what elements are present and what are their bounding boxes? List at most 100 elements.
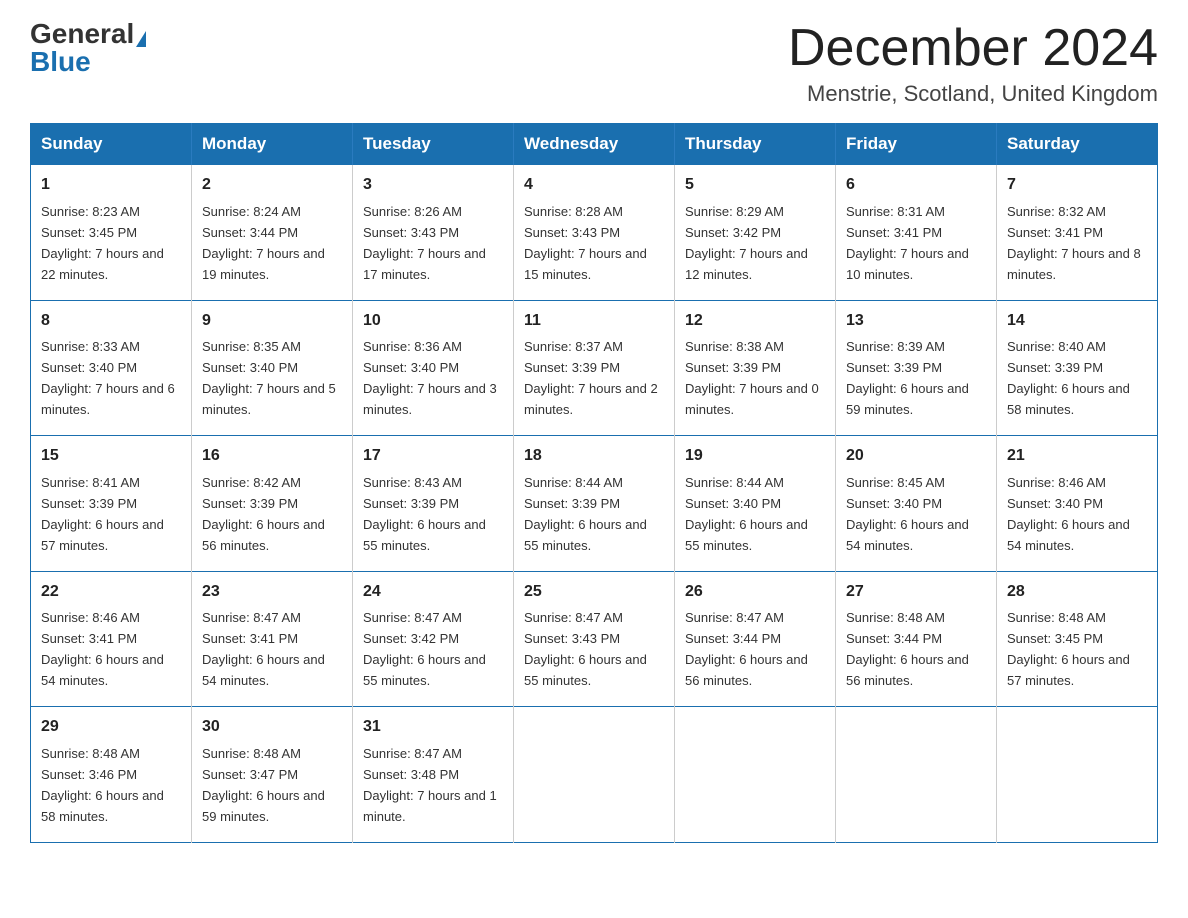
day-number: 5 (685, 173, 825, 198)
day-info: Sunrise: 8:36 AMSunset: 3:40 PMDaylight:… (363, 339, 497, 417)
weekday-header-sunday: Sunday (31, 124, 192, 165)
day-number: 4 (524, 173, 664, 198)
day-number: 9 (202, 309, 342, 334)
header: General Blue December 2024 Menstrie, Sco… (30, 20, 1158, 107)
day-number: 28 (1007, 580, 1147, 605)
calendar-cell: 9 Sunrise: 8:35 AMSunset: 3:40 PMDaylight… (192, 300, 353, 435)
day-info: Sunrise: 8:47 AMSunset: 3:44 PMDaylight:… (685, 610, 808, 688)
day-number: 2 (202, 173, 342, 198)
location-title: Menstrie, Scotland, United Kingdom (788, 81, 1158, 107)
day-number: 14 (1007, 309, 1147, 334)
calendar-cell: 12 Sunrise: 8:38 AMSunset: 3:39 PMDayligh… (675, 300, 836, 435)
day-number: 1 (41, 173, 181, 198)
day-number: 12 (685, 309, 825, 334)
calendar-cell (997, 707, 1158, 842)
day-info: Sunrise: 8:44 AMSunset: 3:40 PMDaylight:… (685, 475, 808, 553)
weekday-header-row: SundayMondayTuesdayWednesdayThursdayFrid… (31, 124, 1158, 165)
day-info: Sunrise: 8:26 AMSunset: 3:43 PMDaylight:… (363, 204, 486, 282)
calendar-cell: 1 Sunrise: 8:23 AMSunset: 3:45 PMDaylight… (31, 165, 192, 300)
day-info: Sunrise: 8:48 AMSunset: 3:47 PMDaylight:… (202, 746, 325, 824)
day-number: 3 (363, 173, 503, 198)
weekday-header-friday: Friday (836, 124, 997, 165)
day-number: 31 (363, 715, 503, 740)
logo-triangle-icon (136, 31, 146, 47)
day-info: Sunrise: 8:32 AMSunset: 3:41 PMDaylight:… (1007, 204, 1141, 282)
day-number: 19 (685, 444, 825, 469)
day-info: Sunrise: 8:23 AMSunset: 3:45 PMDaylight:… (41, 204, 164, 282)
day-number: 6 (846, 173, 986, 198)
day-number: 17 (363, 444, 503, 469)
day-info: Sunrise: 8:46 AMSunset: 3:40 PMDaylight:… (1007, 475, 1130, 553)
day-info: Sunrise: 8:44 AMSunset: 3:39 PMDaylight:… (524, 475, 647, 553)
day-number: 27 (846, 580, 986, 605)
day-info: Sunrise: 8:43 AMSunset: 3:39 PMDaylight:… (363, 475, 486, 553)
calendar-cell: 26Sunrise: 8:47 AMSunset: 3:44 PMDayligh… (675, 571, 836, 706)
day-info: Sunrise: 8:48 AMSunset: 3:46 PMDaylight:… (41, 746, 164, 824)
calendar-body: 1 Sunrise: 8:23 AMSunset: 3:45 PMDaylight… (31, 165, 1158, 842)
calendar-week-1: 1 Sunrise: 8:23 AMSunset: 3:45 PMDaylight… (31, 165, 1158, 300)
day-number: 13 (846, 309, 986, 334)
day-info: Sunrise: 8:28 AMSunset: 3:43 PMDaylight:… (524, 204, 647, 282)
day-number: 16 (202, 444, 342, 469)
calendar-cell (514, 707, 675, 842)
calendar-table: SundayMondayTuesdayWednesdayThursdayFrid… (30, 123, 1158, 842)
calendar-cell: 14 Sunrise: 8:40 AMSunset: 3:39 PMDayligh… (997, 300, 1158, 435)
day-info: Sunrise: 8:40 AMSunset: 3:39 PMDaylight:… (1007, 339, 1130, 417)
day-info: Sunrise: 8:47 AMSunset: 3:43 PMDaylight:… (524, 610, 647, 688)
day-info: Sunrise: 8:29 AMSunset: 3:42 PMDaylight:… (685, 204, 808, 282)
calendar-cell (675, 707, 836, 842)
day-number: 22 (41, 580, 181, 605)
day-info: Sunrise: 8:47 AMSunset: 3:42 PMDaylight:… (363, 610, 486, 688)
calendar-cell: 28 Sunrise: 8:48 AMSunset: 3:45 PMDayligh… (997, 571, 1158, 706)
weekday-header-thursday: Thursday (675, 124, 836, 165)
calendar-cell: 23Sunrise: 8:47 AMSunset: 3:41 PMDayligh… (192, 571, 353, 706)
calendar-cell: 3 Sunrise: 8:26 AMSunset: 3:43 PMDaylight… (353, 165, 514, 300)
calendar-cell: 10 Sunrise: 8:36 AMSunset: 3:40 PMDayligh… (353, 300, 514, 435)
calendar-cell: 29Sunrise: 8:48 AMSunset: 3:46 PMDayligh… (31, 707, 192, 842)
calendar-cell: 4 Sunrise: 8:28 AMSunset: 3:43 PMDaylight… (514, 165, 675, 300)
logo-blue-text: Blue (30, 46, 91, 77)
day-info: Sunrise: 8:31 AMSunset: 3:41 PMDaylight:… (846, 204, 969, 282)
calendar-cell: 25 Sunrise: 8:47 AMSunset: 3:43 PMDayligh… (514, 571, 675, 706)
month-title: December 2024 (788, 20, 1158, 77)
weekday-header-tuesday: Tuesday (353, 124, 514, 165)
day-info: Sunrise: 8:35 AMSunset: 3:40 PMDaylight:… (202, 339, 336, 417)
calendar-cell: 21 Sunrise: 8:46 AMSunset: 3:40 PMDayligh… (997, 436, 1158, 571)
day-number: 30 (202, 715, 342, 740)
calendar-cell: 7Sunrise: 8:32 AMSunset: 3:41 PMDaylight… (997, 165, 1158, 300)
day-info: Sunrise: 8:38 AMSunset: 3:39 PMDaylight:… (685, 339, 819, 417)
logo: General Blue (30, 20, 146, 76)
calendar-cell: 2 Sunrise: 8:24 AMSunset: 3:44 PMDaylight… (192, 165, 353, 300)
day-number: 11 (524, 309, 664, 334)
day-info: Sunrise: 8:45 AMSunset: 3:40 PMDaylight:… (846, 475, 969, 553)
day-info: Sunrise: 8:47 AMSunset: 3:48 PMDaylight:… (363, 746, 497, 824)
day-info: Sunrise: 8:24 AMSunset: 3:44 PMDaylight:… (202, 204, 325, 282)
day-info: Sunrise: 8:48 AMSunset: 3:45 PMDaylight:… (1007, 610, 1130, 688)
day-info: Sunrise: 8:42 AMSunset: 3:39 PMDaylight:… (202, 475, 325, 553)
calendar-cell: 19 Sunrise: 8:44 AMSunset: 3:40 PMDayligh… (675, 436, 836, 571)
calendar-cell: 18 Sunrise: 8:44 AMSunset: 3:39 PMDayligh… (514, 436, 675, 571)
calendar-cell: 16 Sunrise: 8:42 AMSunset: 3:39 PMDayligh… (192, 436, 353, 571)
weekday-header-wednesday: Wednesday (514, 124, 675, 165)
day-number: 10 (363, 309, 503, 334)
day-info: Sunrise: 8:39 AMSunset: 3:39 PMDaylight:… (846, 339, 969, 417)
day-number: 20 (846, 444, 986, 469)
calendar-cell: 6 Sunrise: 8:31 AMSunset: 3:41 PMDaylight… (836, 165, 997, 300)
calendar-week-3: 15 Sunrise: 8:41 AMSunset: 3:39 PMDayligh… (31, 436, 1158, 571)
calendar-cell: 15 Sunrise: 8:41 AMSunset: 3:39 PMDayligh… (31, 436, 192, 571)
day-number: 18 (524, 444, 664, 469)
calendar-week-5: 29Sunrise: 8:48 AMSunset: 3:46 PMDayligh… (31, 707, 1158, 842)
calendar-cell: 13 Sunrise: 8:39 AMSunset: 3:39 PMDayligh… (836, 300, 997, 435)
weekday-header-saturday: Saturday (997, 124, 1158, 165)
calendar-week-4: 22Sunrise: 8:46 AMSunset: 3:41 PMDayligh… (31, 571, 1158, 706)
day-number: 8 (41, 309, 181, 334)
day-number: 21 (1007, 444, 1147, 469)
logo-general-line: General (30, 20, 146, 48)
calendar-cell: 30 Sunrise: 8:48 AMSunset: 3:47 PMDayligh… (192, 707, 353, 842)
calendar-cell: 27Sunrise: 8:48 AMSunset: 3:44 PMDayligh… (836, 571, 997, 706)
day-number: 15 (41, 444, 181, 469)
calendar-cell: 31 Sunrise: 8:47 AMSunset: 3:48 PMDayligh… (353, 707, 514, 842)
calendar-cell: 8Sunrise: 8:33 AMSunset: 3:40 PMDaylight… (31, 300, 192, 435)
day-info: Sunrise: 8:41 AMSunset: 3:39 PMDaylight:… (41, 475, 164, 553)
day-number: 25 (524, 580, 664, 605)
